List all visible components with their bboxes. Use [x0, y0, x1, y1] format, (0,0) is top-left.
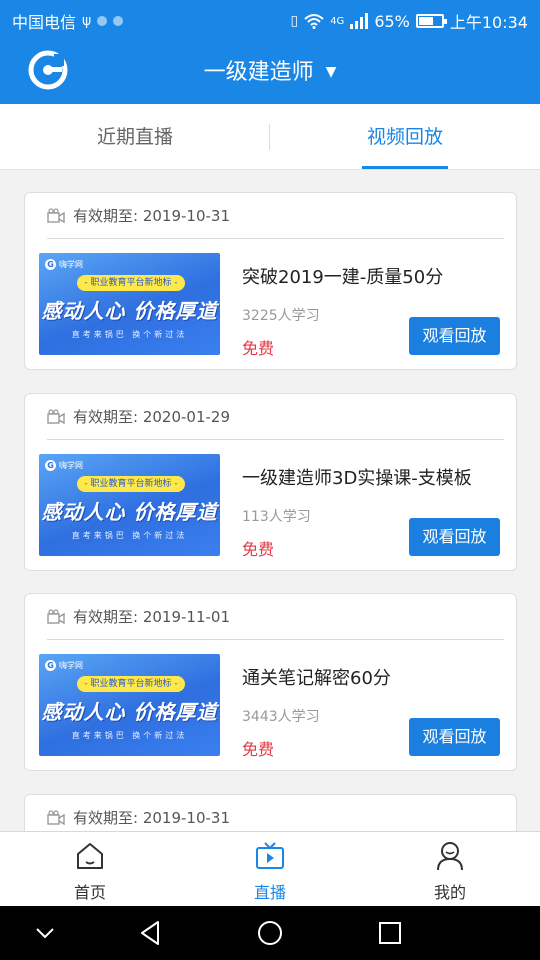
home-button-icon[interactable] [256, 919, 284, 947]
divider [47, 238, 504, 239]
nav-label: 直播 [253, 883, 286, 902]
learner-count: 113人学习 [242, 509, 311, 525]
course-title[interactable]: 通关笔记解密60分 [242, 664, 391, 690]
brand-logo-icon: G [45, 460, 56, 471]
video-camera-icon [47, 408, 65, 424]
thumb-headline: 感动人心 价格厚道 [41, 700, 218, 724]
price-label: 免费 [242, 540, 275, 559]
learner-count: 3443人学习 [242, 709, 320, 725]
profile-icon [437, 842, 463, 871]
bottom-navigation: 首页 直播 我的 [0, 831, 540, 906]
home-icon [77, 843, 103, 869]
price-label: 免费 [242, 740, 275, 759]
watch-replay-button[interactable]: 观看回放 [409, 317, 500, 355]
valid-until: 有效期至: 2019-11-01 [73, 608, 230, 626]
watch-replay-button[interactable]: 观看回放 [409, 518, 500, 556]
tab-recent-live[interactable]: 近期直播 [0, 104, 270, 170]
watch-replay-button[interactable]: 观看回放 [409, 718, 500, 756]
valid-until: 有效期至: 2019-10-31 [73, 809, 230, 827]
course-thumbnail[interactable]: G 嗨学网 - 职业教育平台新地标 - 感动人心 价格厚道 直考来锅巴 换个新过法 [39, 654, 220, 756]
divider [47, 639, 504, 640]
vibrate-icon: ▯ [290, 13, 299, 29]
battery-icon [415, 14, 447, 28]
signal-icon [350, 13, 369, 29]
course-thumbnail[interactable]: G 嗨学网 - 职业教育平台新地标 - 感动人心 价格厚道 直考来锅巴 换个新过法 [39, 454, 220, 556]
thumb-headline: 感动人心 价格厚道 [41, 299, 218, 323]
notification-dot-icon [97, 16, 108, 26]
thumb-tagline: 直考来锅巴 换个新过法 [71, 531, 188, 540]
nav-home[interactable]: 首页 [0, 832, 180, 907]
card-header: 有效期至: 2019-10-31 [47, 807, 230, 828]
course-card[interactable]: 有效期至: 2020-01-29 G 嗨学网 - 职业教育平台新地标 - 感动人心… [24, 393, 517, 571]
brand-logo-icon: G [45, 259, 56, 270]
exam-selector[interactable]: 一级建造师 ▼ [0, 54, 540, 86]
course-title[interactable]: 突破2019一建-质量50分 [242, 263, 443, 289]
thumb-brand: 嗨学网 [59, 661, 83, 670]
caret-down-icon: ▼ [325, 64, 337, 80]
price-label: 免费 [242, 339, 275, 358]
course-card[interactable]: 有效期至: 2019-11-01 G 嗨学网 - 职业教育平台新地标 - 感动人心… [24, 593, 517, 771]
course-thumbnail[interactable]: G 嗨学网 - 职业教育平台新地标 - 感动人心 价格厚道 直考来锅巴 换个新过法 [39, 253, 220, 355]
thumb-tagline: 直考来锅巴 换个新过法 [71, 731, 188, 740]
thumb-tagline: 直考来锅巴 换个新过法 [71, 330, 188, 339]
nav-label: 我的 [433, 883, 466, 902]
recent-apps-icon[interactable] [378, 919, 402, 947]
nav-profile[interactable]: 我的 [360, 832, 540, 907]
video-camera-icon [47, 608, 65, 624]
thumb-pill: - 职业教育平台新地标 - [77, 676, 185, 692]
chevron-down-icon[interactable] [34, 919, 56, 947]
brand-logo-icon: G [45, 660, 56, 671]
battery-percent: 65% [374, 11, 410, 31]
course-title[interactable]: 一级建造师3D实操课-支模板 [242, 464, 472, 490]
video-camera-icon [47, 809, 65, 825]
app-header: 一级建造师 ▼ [0, 36, 540, 104]
course-card[interactable]: 有效期至: 2019-10-31 G 嗨学网 - 职业教育平台新地标 - 感动人心… [24, 192, 517, 370]
tab-video-replay[interactable]: 视频回放 [270, 104, 540, 170]
active-tab-indicator [362, 166, 448, 169]
system-navigation-bar [0, 906, 540, 960]
course-list[interactable]: 有效期至: 2019-10-31 G 嗨学网 - 职业教育平台新地标 - 感动人心… [0, 170, 540, 831]
valid-until: 有效期至: 2019-10-31 [73, 207, 230, 225]
video-camera-icon [47, 207, 65, 223]
card-header: 有效期至: 2020-01-29 [47, 406, 230, 427]
thumb-brand: 嗨学网 [59, 260, 83, 269]
clock: 上午10:34 [449, 13, 528, 32]
live-tv-icon [256, 842, 284, 869]
status-bar: 中国电信 ψ ▯ 4G 65% 上午10:34 [0, 0, 540, 36]
usb-icon: ψ [82, 13, 92, 29]
carrier-name: 中国电信 [12, 13, 77, 32]
back-icon[interactable] [138, 919, 162, 947]
thumb-headline: 感动人心 价格厚道 [41, 500, 218, 524]
thumb-pill: - 职业教育平台新地标 - [77, 275, 185, 291]
thumb-brand: 嗨学网 [59, 461, 83, 470]
thumb-pill: - 职业教育平台新地标 - [77, 476, 185, 492]
wifi-icon [304, 14, 324, 29]
card-header: 有效期至: 2019-10-31 [47, 205, 230, 226]
learner-count: 3225人学习 [242, 308, 320, 324]
divider [47, 439, 504, 440]
course-card[interactable]: 有效期至: 2019-10-31 [24, 794, 517, 831]
network-type: 4G [330, 15, 345, 27]
nav-live[interactable]: 直播 [180, 832, 360, 907]
card-header: 有效期至: 2019-11-01 [47, 606, 230, 627]
header-title: 一级建造师 [203, 60, 314, 85]
notification-dot-icon [113, 16, 124, 26]
tab-bar: 近期直播 视频回放 [0, 104, 540, 170]
valid-until: 有效期至: 2020-01-29 [73, 408, 230, 426]
nav-label: 首页 [73, 883, 106, 902]
